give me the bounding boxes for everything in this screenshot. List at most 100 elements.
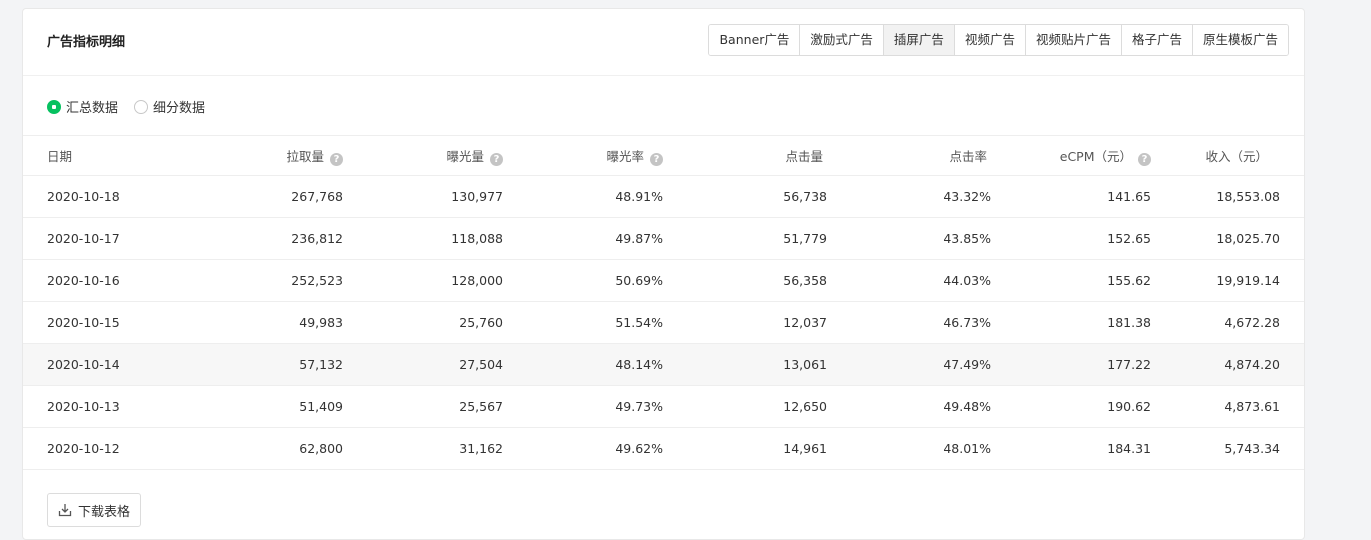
cell-ecpm: 155.62 [1107,273,1151,288]
cell-revenue: 19,919.14 [1216,273,1280,288]
cell-clicks: 12,037 [783,315,827,330]
radio-detail-label: 细分数据 [153,101,206,116]
table-row: 2020-10-17 236,812 118,088 49.87% 51,779… [23,218,1304,260]
cell-impression-rate: 48.14% [615,357,663,372]
col-ctr-label: 点击率 [949,149,987,164]
cell-requests: 267,768 [291,189,343,204]
cell-revenue: 4,672.28 [1224,315,1280,330]
tab-interstitial[interactable]: 插屏广告 [883,25,955,55]
cell-impression-rate: 51.54% [615,315,663,330]
tab-banner[interactable]: Banner广告 [709,25,801,55]
table-row: 2020-10-13 51,409 25,567 49.73% 12,650 4… [23,386,1304,428]
col-date-label: 日期 [47,149,73,164]
cell-impressions: 130,977 [451,189,503,204]
col-ctr: 点击率 [827,135,991,176]
cell-requests: 57,132 [299,357,343,372]
cell-clicks: 12,650 [783,399,827,414]
cell-requests: 236,812 [291,231,343,246]
ad-metrics-card: 广告指标明细 Banner广告 激励式广告 插屏广告 视频广告 视频贴片广告 格… [22,8,1305,540]
cell-revenue: 5,743.34 [1224,441,1280,456]
cell-date: 2020-10-16 [47,273,120,288]
radio-unchecked-icon [134,99,149,114]
download-icon [58,504,72,517]
cell-requests: 252,523 [291,273,343,288]
radio-detail[interactable]: 细分数据 [134,97,205,116]
col-clicks: 点击量 [663,135,827,176]
cell-clicks: 56,738 [783,189,827,204]
col-impressions: 曝光量? [343,135,503,176]
data-mode-radio-group: 汇总数据 细分数据 [47,97,221,116]
cell-impression-rate: 49.62% [615,441,663,456]
table-row-hovered: 2020-10-14 57,132 27,504 48.14% 13,061 4… [23,343,1304,386]
cell-impression-rate: 49.87% [615,231,663,246]
cell-ctr: 46.73% [943,315,991,330]
cell-impression-rate: 48.91% [615,189,663,204]
cell-impressions: 27,504 [459,357,503,372]
cell-ecpm: 177.22 [1107,357,1151,372]
col-impression-rate: 曝光率? [503,135,663,176]
help-icon[interactable]: ? [650,152,663,166]
cell-date: 2020-10-14 [47,357,120,372]
cell-impression-rate: 49.73% [615,399,663,414]
ad-type-tabs: Banner广告 激励式广告 插屏广告 视频广告 视频贴片广告 格子广告 原生模… [708,24,1289,56]
cell-requests: 51,409 [299,399,343,414]
col-impressions-label: 曝光量 [446,148,484,164]
help-icon[interactable]: ? [1138,152,1151,166]
col-revenue: 收入（元） [1151,135,1304,176]
cell-impression-rate: 50.69% [615,273,663,288]
help-icon[interactable]: ? [490,152,503,166]
cell-date: 2020-10-17 [47,231,120,246]
tab-rewarded[interactable]: 激励式广告 [800,25,884,55]
cell-date: 2020-10-13 [47,399,120,414]
cell-clicks: 14,961 [783,441,827,456]
metrics-table: 日期 拉取量? 曝光量? 曝光率? 点击量 点击率 eCPM（元）? 收入（元）… [23,135,1304,470]
radio-checked-icon [47,99,61,114]
cell-ctr: 48.01% [943,441,991,456]
cell-ctr: 44.03% [943,273,991,288]
col-requests: 拉取量? [183,135,343,176]
col-ecpm: eCPM（元）? [991,135,1151,176]
table-header-row: 日期 拉取量? 曝光量? 曝光率? 点击量 点击率 eCPM（元）? 收入（元） [23,135,1304,176]
cell-revenue: 4,873.61 [1224,399,1280,414]
cell-ctr: 43.32% [943,189,991,204]
radio-summary[interactable]: 汇总数据 [47,97,118,116]
cell-ctr: 47.49% [943,357,991,372]
cell-date: 2020-10-18 [47,189,120,204]
tab-video[interactable]: 视频广告 [954,25,1026,55]
cell-revenue: 18,553.08 [1216,189,1280,204]
table-row: 2020-10-15 49,983 25,760 51.54% 12,037 4… [23,302,1304,344]
card-header: 广告指标明细 Banner广告 激励式广告 插屏广告 视频广告 视频贴片广告 格… [23,9,1304,76]
cell-requests: 62,800 [299,441,343,456]
cell-impressions: 31,162 [459,441,503,456]
col-requests-label: 拉取量 [286,148,324,164]
cell-ecpm: 141.65 [1107,189,1151,204]
cell-ecpm: 184.31 [1107,441,1151,456]
col-revenue-label: 收入（元） [1205,149,1268,164]
table-row: 2020-10-18 267,768 130,977 48.91% 56,738… [23,176,1304,218]
col-date: 日期 [23,135,183,176]
cell-ecpm: 190.62 [1107,399,1151,414]
cell-date: 2020-10-12 [47,441,120,456]
cell-ecpm: 152.65 [1107,231,1151,246]
cell-revenue: 4,874.20 [1224,357,1280,372]
col-clicks-label: 点击量 [785,149,823,164]
cell-impressions: 25,760 [459,315,503,330]
tab-grid[interactable]: 格子广告 [1121,25,1193,55]
tab-video-patch[interactable]: 视频贴片广告 [1025,25,1122,55]
table-row: 2020-10-12 62,800 31,162 49.62% 14,961 4… [23,428,1304,470]
cell-ctr: 49.48% [943,399,991,414]
cell-revenue: 18,025.70 [1216,231,1280,246]
cell-impressions: 128,000 [451,273,503,288]
download-table-button[interactable]: 下载表格 [47,493,142,527]
cell-requests: 49,983 [299,315,343,330]
col-impression-rate-label: 曝光率 [606,148,644,164]
radio-summary-label: 汇总数据 [66,101,119,116]
cell-date: 2020-10-15 [47,315,120,330]
cell-ecpm: 181.38 [1107,315,1151,330]
col-ecpm-label: eCPM（元） [1059,148,1132,164]
help-icon[interactable]: ? [330,152,343,166]
card-title: 广告指标明细 [47,35,126,50]
tab-native-template[interactable]: 原生模板广告 [1192,25,1288,55]
download-label: 下载表格 [78,504,131,520]
cell-impressions: 118,088 [451,231,503,246]
